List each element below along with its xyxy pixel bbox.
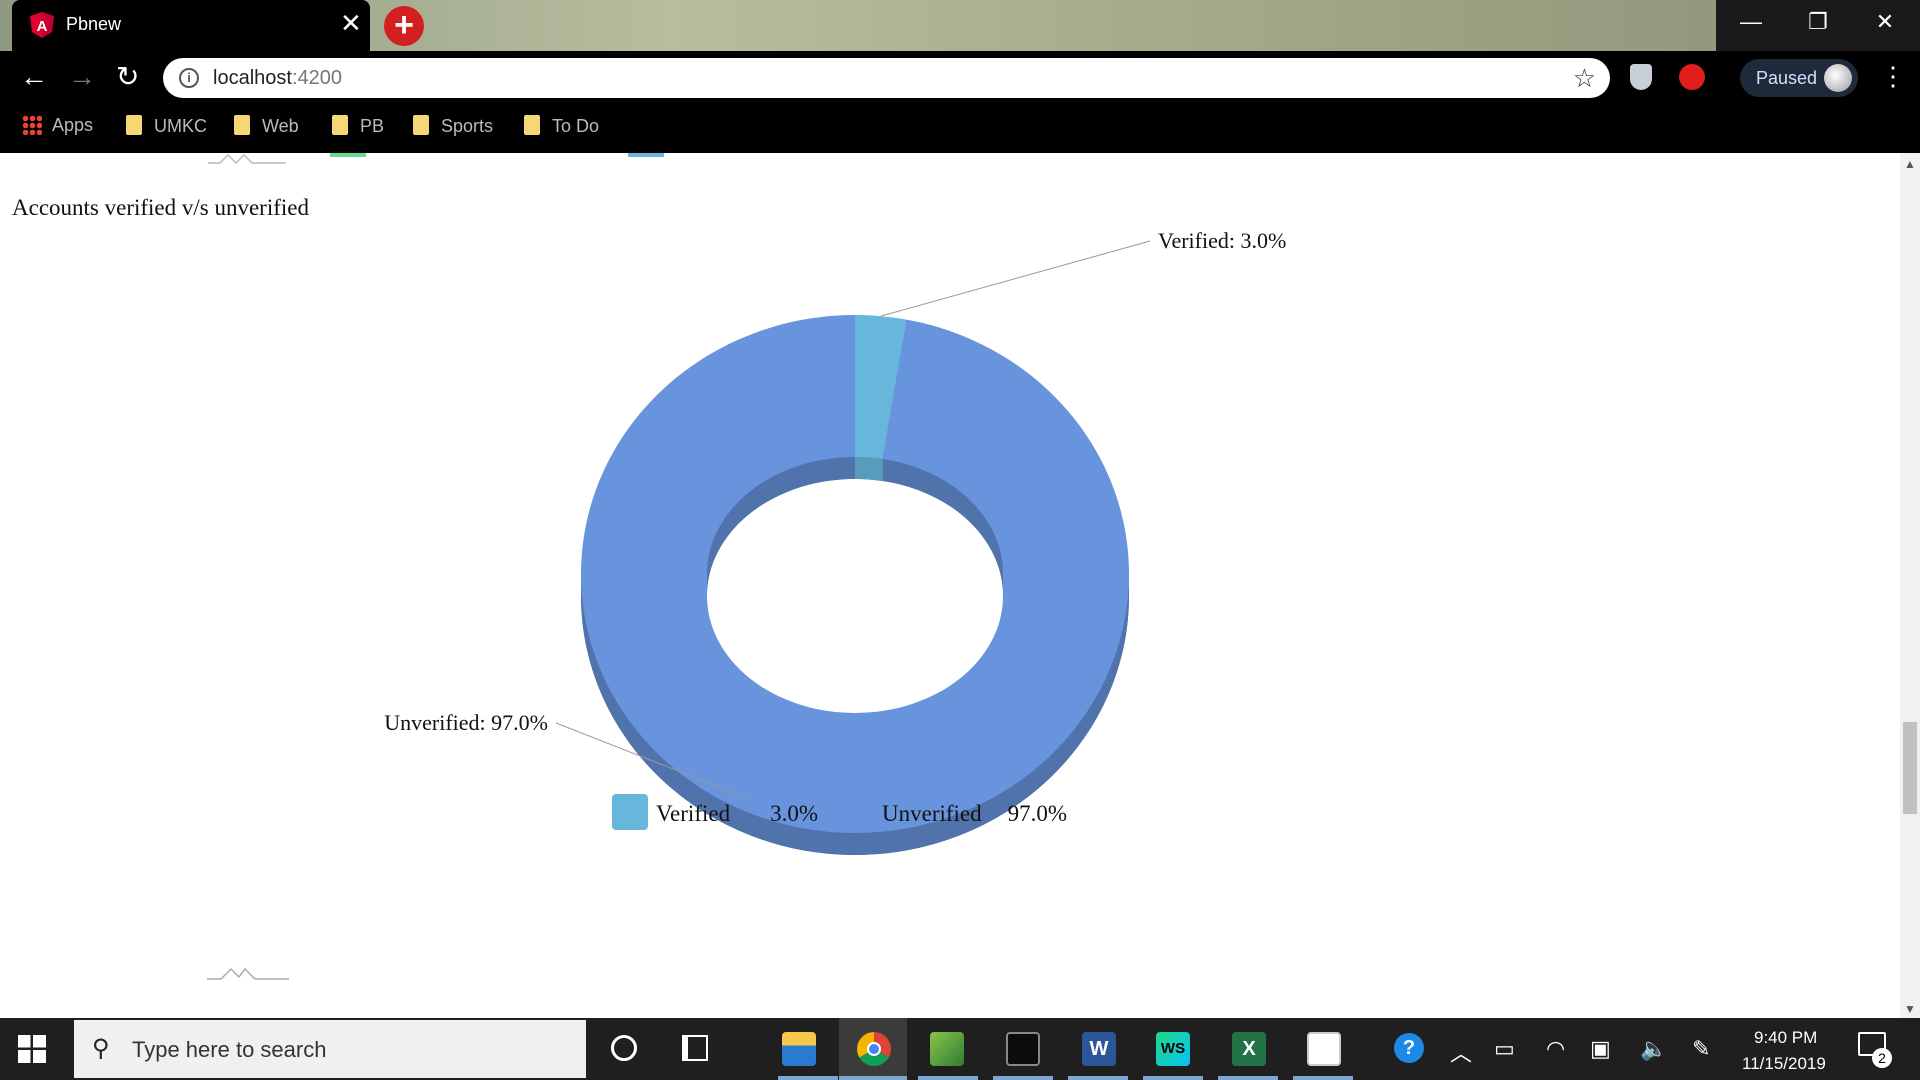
apps-grid-icon — [22, 115, 42, 135]
volume-muted-icon[interactable]: 🔈 — [1640, 1036, 1667, 1062]
bookmark-todo[interactable]: To Do — [524, 115, 599, 141]
angular-favicon-icon: A — [30, 12, 54, 38]
legend-swatch-unverified[interactable] — [838, 794, 874, 830]
browser-menu-icon[interactable]: ⋮ — [1880, 61, 1906, 92]
paint-icon[interactable] — [930, 1032, 964, 1066]
task-view-icon[interactable] — [682, 1035, 708, 1061]
clock-time[interactable]: 9:40 PM — [1754, 1028, 1817, 1048]
legend-value: 97.0% — [1008, 801, 1067, 826]
close-window-button[interactable]: ✕ — [1850, 0, 1920, 51]
clock-date[interactable]: 11/15/2019 — [1742, 1054, 1826, 1074]
scrollbar-thumb[interactable] — [1903, 722, 1917, 814]
legend-swatch-verified[interactable] — [612, 794, 648, 830]
legend-value: 3.0% — [770, 801, 818, 826]
chrome-icon[interactable] — [857, 1032, 891, 1066]
folder-icon — [234, 115, 250, 135]
battery-icon[interactable]: ▭ — [1494, 1036, 1515, 1062]
browser-tab[interactable]: A Pbnew ✕ — [12, 0, 370, 51]
donut-hole — [707, 479, 1003, 713]
address-bar[interactable]: i localhost:4200 ☆ — [163, 58, 1610, 98]
page-scrollbar[interactable]: ▲ ▼ — [1900, 153, 1920, 1018]
running-indicator — [839, 1076, 907, 1080]
file-explorer-icon[interactable] — [782, 1032, 816, 1066]
svg-text:A: A — [37, 18, 48, 35]
running-indicator — [1068, 1076, 1128, 1080]
wifi-icon[interactable]: ◠ — [1546, 1036, 1565, 1062]
back-button[interactable]: ← — [20, 63, 48, 91]
profile-status-label: Paused — [1756, 68, 1818, 88]
tab-title: Pbnew — [66, 14, 122, 34]
reload-button[interactable]: ↻ — [116, 63, 139, 91]
bookmark-label: PB — [360, 116, 385, 136]
notification-count-badge: 2 — [1872, 1048, 1892, 1068]
bookmark-label: Apps — [52, 115, 94, 135]
profile-button[interactable]: Paused — [1740, 59, 1858, 97]
url-host: localhost — [213, 67, 292, 89]
tab-strip: A Pbnew ✕ + — ❐ ✕ — [0, 0, 1920, 51]
slice-label-leader — [880, 240, 1151, 317]
browser-toolbar: ← → ↻ i localhost:4200 ☆ Paused ⋮ — [0, 51, 1920, 103]
tab-close-icon[interactable]: ✕ — [340, 10, 362, 36]
folder-icon — [126, 115, 142, 135]
bookmark-umkc[interactable]: UMKC — [126, 115, 207, 141]
scroll-preview-sparkline — [207, 967, 289, 980]
scroll-up-arrow-icon[interactable]: ▲ — [1904, 157, 1916, 171]
new-tab-button[interactable]: + — [384, 6, 424, 46]
bookmark-pb[interactable]: PB — [332, 115, 384, 141]
windows-taskbar: ⚲ Type here to search W WS X ? ︿ ▭ ◠ ▣ 🔈… — [0, 1018, 1920, 1080]
bookmark-star-icon[interactable]: ☆ — [1573, 63, 1596, 94]
running-indicator — [1143, 1076, 1203, 1080]
slices-layer — [580, 315, 1129, 855]
forward-button[interactable]: → — [68, 63, 96, 91]
search-input[interactable]: Type here to search — [132, 1037, 326, 1063]
bookmark-label: UMKC — [154, 116, 207, 136]
bookmarks-bar: Apps UMKC Web PB Sports To Do — [0, 103, 1920, 153]
windows-start-icon[interactable] — [18, 1035, 46, 1063]
bookmark-label: Web — [262, 116, 299, 136]
legend-label[interactable]: Verified — [656, 801, 731, 826]
excel-icon[interactable]: X — [1232, 1032, 1266, 1066]
avatar — [1824, 64, 1852, 92]
slice-label: Unverified: 97.0% — [384, 710, 548, 735]
minimize-button[interactable]: — — [1716, 0, 1786, 51]
cortana-icon[interactable] — [611, 1035, 637, 1061]
bookmark-label: To Do — [552, 116, 600, 136]
url-text[interactable]: localhost:4200 — [213, 67, 342, 90]
scroll-down-arrow-icon[interactable]: ▼ — [1904, 1002, 1916, 1016]
webstorm-icon[interactable]: WS — [1156, 1032, 1190, 1066]
legend-label[interactable]: Unverified — [882, 801, 982, 826]
taskbar-search-box[interactable]: ⚲ Type here to search — [74, 1020, 586, 1078]
extension-hand-icon[interactable] — [1679, 64, 1705, 90]
running-indicator — [1293, 1076, 1353, 1080]
running-indicator — [778, 1076, 838, 1080]
restore-button[interactable]: ❐ — [1783, 0, 1853, 51]
folder-icon — [524, 115, 540, 135]
bookmark-sports[interactable]: Sports — [413, 115, 493, 141]
running-indicator — [993, 1076, 1053, 1080]
page-content: Accounts verified v/s unverified Verifie… — [0, 153, 1900, 1018]
help-icon[interactable]: ? — [1394, 1033, 1424, 1063]
running-indicator — [1218, 1076, 1278, 1080]
extension-shield-icon[interactable] — [1630, 64, 1652, 90]
search-icon: ⚲ — [92, 1035, 110, 1062]
donut-chart: Verified: 3.0% Unverified: 97.0% Verified… — [384, 228, 1286, 855]
show-hidden-icons-icon[interactable]: ︿ — [1450, 1036, 1472, 1068]
pen-icon[interactable]: ✎ — [1692, 1036, 1710, 1062]
bookmark-apps[interactable]: Apps — [22, 115, 93, 141]
word-icon[interactable]: W — [1082, 1032, 1116, 1066]
folder-icon — [413, 115, 429, 135]
slice-inner-wall-verified — [855, 457, 883, 482]
terminal-icon[interactable] — [1006, 1032, 1040, 1066]
folder-icon — [332, 115, 348, 135]
running-indicator — [918, 1076, 978, 1080]
photos-icon[interactable] — [1307, 1032, 1341, 1066]
site-info-icon[interactable]: i — [179, 68, 199, 88]
bookmark-web[interactable]: Web — [234, 115, 299, 141]
bookmark-label: Sports — [441, 116, 494, 136]
url-port: :4200 — [291, 67, 342, 89]
slice-label: Verified: 3.0% — [1158, 228, 1286, 253]
meet-now-icon[interactable]: ▣ — [1590, 1036, 1611, 1062]
